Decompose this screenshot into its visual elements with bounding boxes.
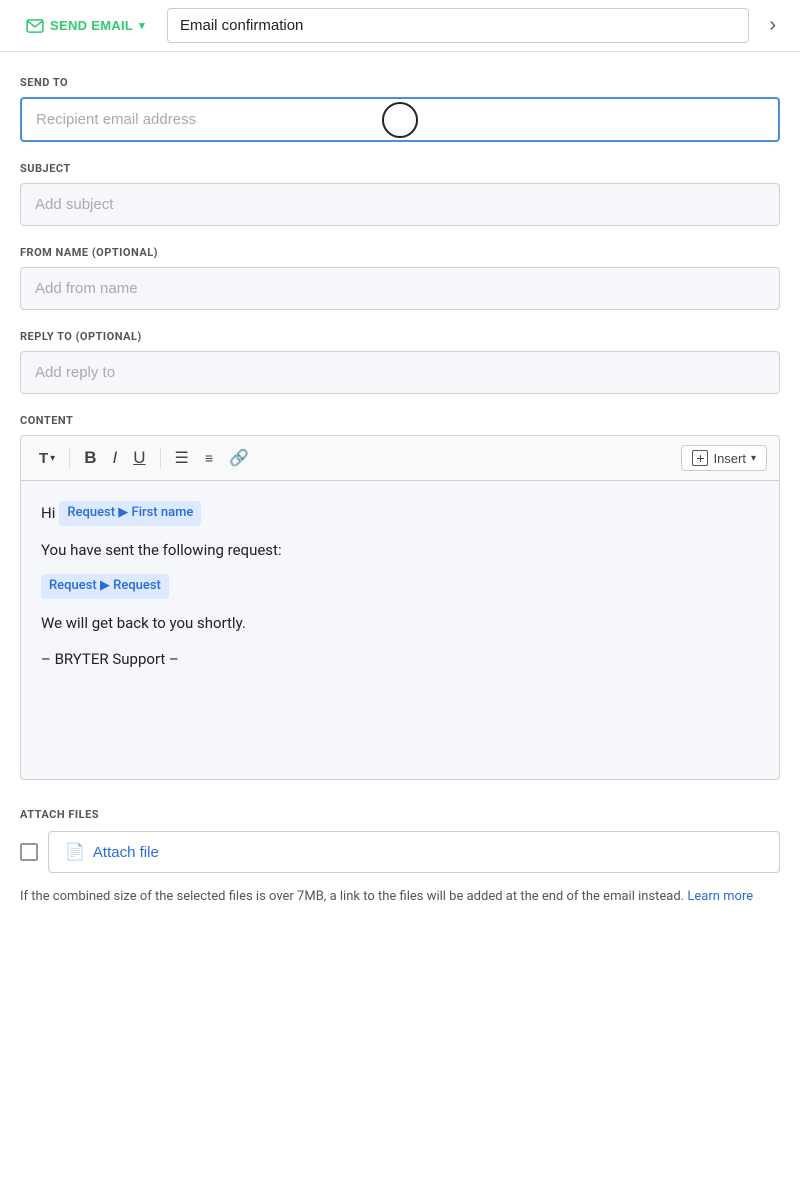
insert-icon: + [692, 450, 708, 466]
request-tag-label: Request ▶ Request [49, 576, 161, 597]
bold-icon: B [84, 448, 96, 468]
bullet-list-button[interactable]: ☰ [169, 444, 195, 472]
from-name-section: FROM NAME (OPTIONAL) [20, 246, 780, 310]
request-intro-text: You have sent the following request: [41, 541, 282, 559]
main-content: SEND TO SUBJECT FROM NAME (OPTIONAL) REP… [0, 52, 800, 931]
text-style-chevron: ▾ [50, 453, 55, 464]
reply-to-section: REPLY TO (OPTIONAL) [20, 330, 780, 394]
insert-button[interactable]: + Insert ▾ [681, 445, 767, 471]
attach-file-label: Attach file [93, 844, 159, 861]
italic-icon: I [112, 448, 117, 468]
content-label: CONTENT [20, 414, 780, 427]
bullet-list-icon: ☰ [175, 448, 189, 468]
ordered-list-icon: ≡ [205, 450, 213, 466]
editor-toolbar: T ▾ B I U ☰ ≡ [20, 435, 780, 480]
italic-button[interactable]: I [106, 444, 123, 472]
attach-note-text: If the combined size of the selected fil… [20, 889, 684, 904]
email-title-input[interactable] [167, 8, 749, 43]
text-style-button[interactable]: T ▾ [33, 446, 61, 471]
request-intro-line: You have sent the following request: [41, 538, 759, 562]
reply-to-input[interactable] [20, 351, 780, 394]
bold-button[interactable]: B [78, 444, 102, 472]
attach-file-button[interactable]: 📄 Attach file [48, 831, 780, 873]
send-to-label: SEND TO [20, 76, 780, 89]
attach-note: If the combined size of the selected fil… [20, 887, 780, 907]
toolbar-divider-1 [69, 448, 70, 468]
nav-forward-button[interactable]: › [761, 10, 784, 41]
link-icon: 🔗 [229, 448, 249, 468]
first-name-tag[interactable]: Request ▶ First name [59, 501, 201, 526]
toolbar-divider-2 [160, 448, 161, 468]
from-name-label: FROM NAME (OPTIONAL) [20, 246, 780, 259]
underline-icon: U [133, 448, 145, 468]
subject-label: SUBJECT [20, 162, 780, 175]
underline-button[interactable]: U [127, 444, 151, 472]
greeting-text: Hi [41, 501, 55, 525]
insert-chevron: ▾ [751, 453, 756, 464]
followup-text: We will get back to you shortly. [41, 614, 246, 632]
envelope-icon [26, 19, 44, 33]
editor-area[interactable]: Hi Request ▶ First name You have sent th… [20, 480, 780, 780]
first-name-tag-label: Request ▶ First name [67, 503, 193, 524]
reply-to-label: REPLY TO (OPTIONAL) [20, 330, 780, 343]
ordered-list-button[interactable]: ≡ [199, 446, 219, 470]
text-style-icon: T [39, 450, 48, 467]
top-bar: SEND EMAIL ▾ › [0, 0, 800, 52]
chevron-down-icon: ▾ [139, 19, 145, 32]
learn-more-link[interactable]: Learn more [687, 889, 753, 904]
signature-text: – BRYTER Support – [41, 650, 179, 668]
recipient-email-input[interactable] [20, 97, 780, 142]
attach-checkbox[interactable] [20, 843, 38, 861]
attach-files-label: ATTACH FILES [20, 808, 780, 821]
attach-files-section: ATTACH FILES 📄 Attach file If the combin… [20, 808, 780, 907]
content-section: CONTENT T ▾ B I U ☰ [20, 414, 780, 780]
greeting-line: Hi Request ▶ First name [41, 501, 759, 526]
link-button[interactable]: 🔗 [223, 444, 255, 472]
from-name-input[interactable] [20, 267, 780, 310]
send-to-section: SEND TO [20, 76, 780, 142]
send-email-button[interactable]: SEND EMAIL ▾ [16, 12, 155, 39]
subject-section: SUBJECT [20, 162, 780, 226]
followup-line: We will get back to you shortly. [41, 611, 759, 635]
request-tag-line: Request ▶ Request [41, 574, 759, 599]
subject-input[interactable] [20, 183, 780, 226]
request-tag[interactable]: Request ▶ Request [41, 574, 169, 599]
send-email-label: SEND EMAIL [50, 18, 133, 33]
signature-line: – BRYTER Support – [41, 647, 759, 671]
attach-file-icon: 📄 [65, 842, 85, 862]
insert-label: Insert [713, 451, 746, 466]
attach-row: 📄 Attach file [20, 831, 780, 873]
